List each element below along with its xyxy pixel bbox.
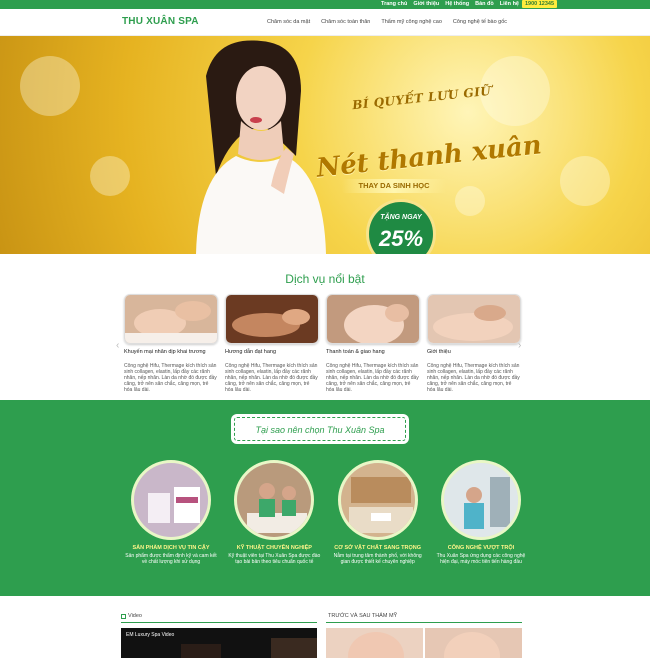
site-logo[interactable]: THU XUÂN SPA [122,16,199,27]
bokeh-light [455,186,485,216]
why-item: CÔNG NGHỆ VƯỢT TRỘI Thu Xuân Spa ứng dụn… [434,460,528,565]
site-header: THU XUÂN SPA Chăm sóc da mặt Chăm sóc to… [0,9,650,36]
top-links: Trang chủ Giới thiệu Hệ thống Bản đồ Liê… [381,0,519,9]
why-heading: KỸ THUẬT CHUYÊN NGHIỆP [236,545,312,551]
service-card[interactable]: Khuyến mại nhân dịp khai trương Công ngh… [124,294,218,393]
why-item: SẢN PHẨM DỊCH VỤ TIN CẬY Sản phẩm được t… [124,460,218,565]
why-desc: Sản phẩm được thẩm định kỹ và cam kết về… [125,552,217,565]
services-carousel: Khuyến mại nhân dịp khai trương Công ngh… [124,294,522,393]
why-desc: Nằm tại trung tâm thành phố, với không g… [333,552,422,565]
service-card[interactable]: Giới thiệu Công nghệ Hifu, Thermage kích… [427,294,521,393]
service-card[interactable]: Hương dẫn đạt hang Công nghệ Hifu, Therm… [225,294,319,393]
service-desc: Công nghệ Hifu, Thermage kích thích sản … [225,363,318,393]
service-image[interactable] [427,294,521,344]
discount-badge: TẶNG NGAY 25% [366,199,436,254]
hero-headline: Nét thanh xuân [315,130,544,184]
video-player[interactable]: EM Luxury Spa Video [121,628,317,658]
why-item: KỸ THUẬT CHUYÊN NGHIỆP Kỹ thuật viên tại… [227,460,321,565]
why-desc: Kỹ thuật viên tại Thu Xuân Spa được đào … [228,552,321,565]
service-image[interactable] [225,294,319,344]
video-thumbnail [181,638,317,658]
ba-divider [326,622,522,623]
service-desc: Công nghệ Hifu, Thermage kích thích sản … [427,363,520,393]
service-desc: Công nghệ Hifu, Thermage kích thích sản … [124,363,217,393]
top-link-map[interactable]: Bản đồ [475,0,494,9]
top-link-contact[interactable]: Liên hệ [500,0,519,9]
video-icon [121,613,126,619]
video-heading: Video [121,613,142,619]
carousel-prev-icon[interactable]: ‹ [116,340,119,351]
bottom-section [0,596,650,650]
hero-tagline: BÍ QUYẾT LƯU GIỮ [351,83,492,113]
why-heading: CƠ SỞ VẬT CHẤT SANG TRỌNG [334,545,421,551]
why-image [337,460,418,540]
why-image [440,460,521,540]
why-image [234,460,315,540]
service-image[interactable] [124,294,218,344]
ba-heading: TRƯỚC VÀ SAU THẨM MỸ [328,613,398,619]
why-choose-title: Tại sao nên chọn Thu Xuân Spa [234,417,406,441]
service-name[interactable]: Thanh toán & giao hang [326,349,420,362]
nav-item-face-care[interactable]: Chăm sóc da mặt [267,19,310,25]
hero-subtitle: THAY DA SINH HỌC [342,179,446,193]
main-nav: Chăm sóc da mặt Chăm sóc toàn thân Thẩm … [267,19,507,25]
why-heading: SẢN PHẨM DỊCH VỤ TIN CẬY [132,545,210,551]
why-image [131,460,211,540]
why-item: CƠ SỞ VẬT CHẤT SANG TRỌNG Nằm tại trung … [331,460,425,565]
service-card[interactable]: Thanh toán & giao hang Công nghệ Hifu, T… [326,294,420,393]
nav-item-stem-cell[interactable]: Công nghệ tế bào gốc [453,19,507,25]
nav-item-body-care[interactable]: Chăm sóc toàn thân [321,19,370,25]
discount-value: 25% [378,226,424,251]
why-heading: CÔNG NGHỆ VƯỢT TRỘI [447,545,515,551]
hero-banner[interactable]: BÍ QUYẾT LƯU GIỮ Nét thanh xuân THAY DA … [0,36,650,254]
why-choose-list: SẢN PHẨM DỊCH VỤ TIN CẬY Sản phẩm được t… [124,460,528,565]
model-photo [196,40,326,254]
service-name[interactable]: Khuyến mại nhân dịp khai trương [124,349,218,362]
video-heading-label: Video [128,613,142,619]
top-link-system[interactable]: Hệ thống [445,0,469,9]
service-name[interactable]: Hương dẫn đạt hang [225,349,319,362]
services-title: Dịch vụ nổi bật [285,272,365,286]
top-link-home[interactable]: Trang chủ [381,0,407,9]
service-name[interactable]: Giới thiệu [427,349,521,362]
before-after-image[interactable] [326,628,522,658]
hotline-badge[interactable]: 1900 12345 [522,0,557,8]
nav-item-hightech[interactable]: Thẩm mỹ công nghệ cao [381,19,442,25]
video-divider [121,622,317,623]
service-desc: Công nghệ Hifu, Thermage kích thích sản … [326,363,419,393]
bokeh-light [90,156,130,196]
why-desc: Thu Xuân Spa ứng dụng các công nghệ hiện… [436,552,526,565]
before-after-photo [326,628,522,658]
discount-label: TẶNG NGAY [380,214,422,221]
bokeh-light [560,156,610,206]
bokeh-light [20,56,80,116]
service-image[interactable] [326,294,420,344]
top-link-about[interactable]: Giới thiệu [413,0,439,9]
